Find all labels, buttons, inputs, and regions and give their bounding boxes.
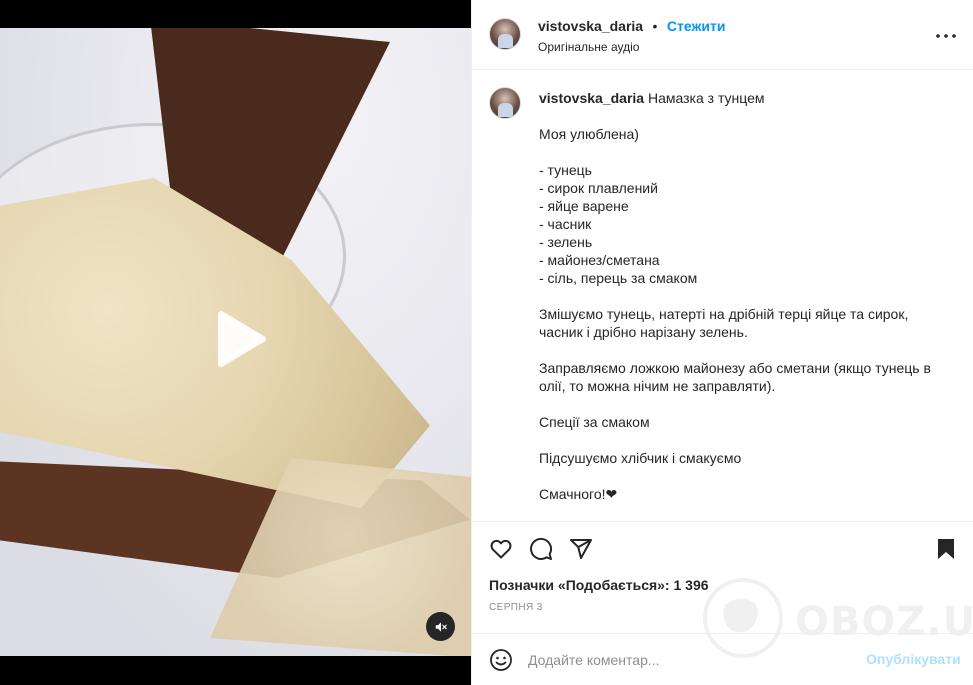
muted-speaker-icon[interactable] — [426, 612, 455, 641]
post-date[interactable]: СЕРПНЯ 3 — [489, 602, 543, 613]
caption-title: Намазка з тунцем — [647, 90, 765, 106]
bookmark-icon[interactable] — [934, 537, 958, 561]
comment-bar: Опублікувати — [472, 633, 973, 685]
share-icon[interactable] — [569, 537, 593, 561]
comment-icon[interactable] — [529, 537, 553, 561]
post-video[interactable] — [0, 0, 471, 685]
header-username[interactable]: vistovska_daria — [538, 18, 643, 34]
heart-icon[interactable] — [489, 537, 513, 561]
audio-label[interactable]: Оригінальне аудіо — [538, 40, 639, 54]
caption-username[interactable]: vistovska_daria — [539, 90, 644, 106]
more-horizontal-icon[interactable] — [934, 24, 958, 48]
caption-section: vistovska_daria Намазка з тунцем Моя улю… — [472, 71, 973, 521]
play-icon[interactable] — [205, 306, 271, 372]
likes-count[interactable]: Позначки «Подобається»: 1 396 — [489, 577, 709, 593]
comment-input[interactable] — [528, 650, 848, 670]
caption-body: Моя улюблена) - тунець - сирок плавлений… — [539, 126, 931, 502]
post-actions: Позначки «Подобається»: 1 396 СЕРПНЯ 3 — [472, 521, 973, 633]
follow-button[interactable]: Стежити — [667, 18, 726, 34]
avatar[interactable] — [489, 18, 521, 50]
separator-dot: • — [652, 18, 658, 34]
caption-avatar[interactable] — [489, 87, 521, 119]
emoji-icon[interactable] — [489, 648, 513, 672]
post-details-panel: vistovska_daria • Стежити Оригінальне ау… — [471, 0, 973, 685]
post-header: vistovska_daria • Стежити Оригінальне ау… — [472, 0, 973, 70]
caption-text: vistovska_daria Намазка з тунцем Моя улю… — [539, 89, 949, 503]
publish-button[interactable]: Опублікувати — [866, 651, 961, 667]
